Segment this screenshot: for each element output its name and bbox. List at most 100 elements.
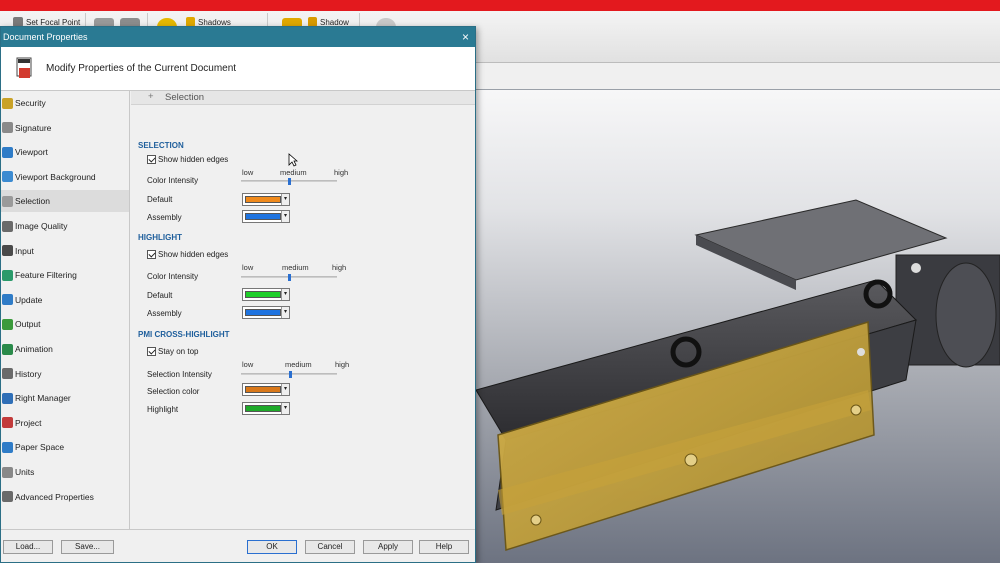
pmi-intensity-thumb[interactable] xyxy=(289,371,292,378)
close-icon[interactable]: × xyxy=(462,27,469,47)
sidebar-item-label: Signature xyxy=(15,122,52,133)
pmi-highlight-color-dropdown[interactable]: ▾ xyxy=(242,402,290,415)
sidebar-item-image-quality[interactable]: Image Quality xyxy=(1,215,129,237)
checkbox-checked-icon xyxy=(147,250,156,259)
highlight-assembly-color-dropdown[interactable]: ▾ xyxy=(242,306,290,319)
sidebar-item-units[interactable]: Units xyxy=(1,461,129,483)
history-icon xyxy=(2,368,13,380)
sidebar-item-signature[interactable]: Signature xyxy=(1,117,129,139)
chevron-down-icon: ▾ xyxy=(281,194,289,205)
filter-icon xyxy=(2,269,13,281)
selection-assembly-color-dropdown[interactable]: ▾ xyxy=(242,210,290,223)
sidebar-item-label: Security xyxy=(15,98,46,108)
sidebar-item-selection[interactable]: Selection xyxy=(1,190,129,213)
sidebar-item-label: Input xyxy=(15,245,34,256)
color-swatch xyxy=(245,196,281,203)
selection-default-color-dropdown[interactable]: ▾ xyxy=(242,193,290,206)
project-icon xyxy=(2,417,13,429)
advanced-icon xyxy=(2,491,13,503)
document-properties-icon xyxy=(16,57,32,78)
dialog-title: Document Properties xyxy=(3,32,88,42)
load-button[interactable]: Load... xyxy=(3,540,53,554)
rights-icon xyxy=(2,392,13,404)
pmi-selection-color-label: Selection color xyxy=(147,387,200,396)
cancel-button[interactable]: Cancel xyxy=(305,540,355,554)
pmi-high-label: high xyxy=(335,360,350,369)
sidebar-item-label: Advanced Properties xyxy=(15,491,94,502)
ok-button[interactable]: OK xyxy=(247,540,297,554)
selection-hidden-edges-label: Show hidden edges xyxy=(158,155,229,164)
highlight-high-label: high xyxy=(332,263,347,272)
color-swatch xyxy=(245,291,281,298)
sidebar-item-label: Animation xyxy=(15,344,53,354)
selection-intensity-thumb[interactable] xyxy=(288,178,291,185)
sidebar-item-label: Project xyxy=(15,417,42,428)
viewport-tab-strip xyxy=(476,63,1000,90)
sidebar-item-viewport[interactable]: Viewport xyxy=(1,141,129,163)
highlight-default-color-dropdown[interactable]: ▾ xyxy=(242,288,290,301)
pmi-selection-color-dropdown[interactable]: ▾ xyxy=(242,383,290,396)
pmi-section-title: PMI CROSS-HIGHLIGHT xyxy=(138,330,230,339)
chevron-down-icon: ▾ xyxy=(281,211,289,222)
background-icon xyxy=(2,171,13,183)
header-title: Modify Properties of the Current Documen… xyxy=(46,63,237,74)
sidebar-item-right-manager[interactable]: Right Manager xyxy=(1,387,129,409)
panel-title: Selection xyxy=(165,92,205,103)
chevron-down-icon: ▾ xyxy=(281,403,289,414)
selection-color-intensity-label: Color Intensity xyxy=(147,176,199,185)
checkbox-checked-icon xyxy=(147,347,156,356)
sidebar-item-project[interactable]: Project xyxy=(1,412,129,434)
sidebar-item-history[interactable]: History xyxy=(1,363,129,385)
input-icon xyxy=(2,245,13,257)
plus-icon xyxy=(2,195,13,207)
chevron-down-icon: ▾ xyxy=(281,307,289,318)
sidebar-item-label: Image Quality xyxy=(15,221,68,231)
pmi-stay-on-top-label: Stay on top xyxy=(158,347,199,356)
paper-icon xyxy=(2,441,13,453)
sidebar-item-paper-space[interactable]: Paper Space xyxy=(1,436,129,458)
sidebar-item-advanced-properties[interactable]: Advanced Properties xyxy=(1,486,129,508)
sidebar-item-label: Right Manager xyxy=(15,393,71,404)
sidebar-item-label: Update xyxy=(15,294,43,305)
chevron-down-icon: ▾ xyxy=(281,289,289,300)
sidebar-item-update[interactable]: Update xyxy=(1,289,129,311)
sidebar-item-label: Feature Filtering xyxy=(15,270,77,281)
help-button[interactable]: Help xyxy=(419,540,469,554)
lock-icon xyxy=(2,97,13,109)
highlight-color-intensity-label: Color Intensity xyxy=(147,272,199,281)
sidebar-item-animation[interactable]: Animation xyxy=(1,338,129,360)
sidebar-item-feature-filtering[interactable]: Feature Filtering xyxy=(1,264,129,286)
sidebar-item-label: History xyxy=(15,368,42,379)
selection-hidden-edges-checkbox[interactable]: Show hidden edges xyxy=(147,155,228,164)
selection-panel: + Selection SELECTION Show hidden edges … xyxy=(131,91,475,529)
pmi-stay-on-top-checkbox[interactable]: Stay on top xyxy=(147,347,198,356)
apply-button[interactable]: Apply xyxy=(363,540,413,554)
checkbox-checked-icon xyxy=(147,155,156,164)
units-icon xyxy=(2,466,13,478)
highlight-low-label: low xyxy=(242,263,254,272)
dialog-titlebar[interactable]: Document Properties × xyxy=(1,27,475,47)
animation-icon xyxy=(2,343,13,355)
highlight-intensity-thumb[interactable] xyxy=(288,274,291,281)
cad-model-render xyxy=(476,199,1000,551)
highlight-medium-label: medium xyxy=(282,263,309,272)
document-properties-dialog: Document Properties × Modify Properties … xyxy=(0,26,476,563)
selection-high-label: high xyxy=(334,168,349,177)
3d-viewport[interactable] xyxy=(476,90,1000,563)
highlight-section-title: HIGHLIGHT xyxy=(138,233,182,242)
color-swatch xyxy=(245,386,281,393)
highlight-assembly-label: Assembly xyxy=(147,309,182,318)
color-swatch xyxy=(245,309,281,316)
save-button[interactable]: Save... xyxy=(61,540,114,554)
color-swatch xyxy=(245,213,281,220)
sidebar-item-input[interactable]: Input xyxy=(1,240,129,262)
pen-icon xyxy=(2,122,13,134)
sidebar-item-security[interactable]: Security xyxy=(1,92,129,114)
selection-default-label: Default xyxy=(147,195,173,204)
pmi-low-label: low xyxy=(242,360,254,369)
highlight-hidden-edges-checkbox[interactable]: Show hidden edges xyxy=(147,250,228,259)
chevron-down-icon: ▾ xyxy=(281,384,289,395)
sidebar-item-label: Output xyxy=(15,319,41,330)
sidebar-item-viewport-background[interactable]: Viewport Background xyxy=(1,166,129,188)
sidebar-item-output[interactable]: Output xyxy=(1,313,129,335)
